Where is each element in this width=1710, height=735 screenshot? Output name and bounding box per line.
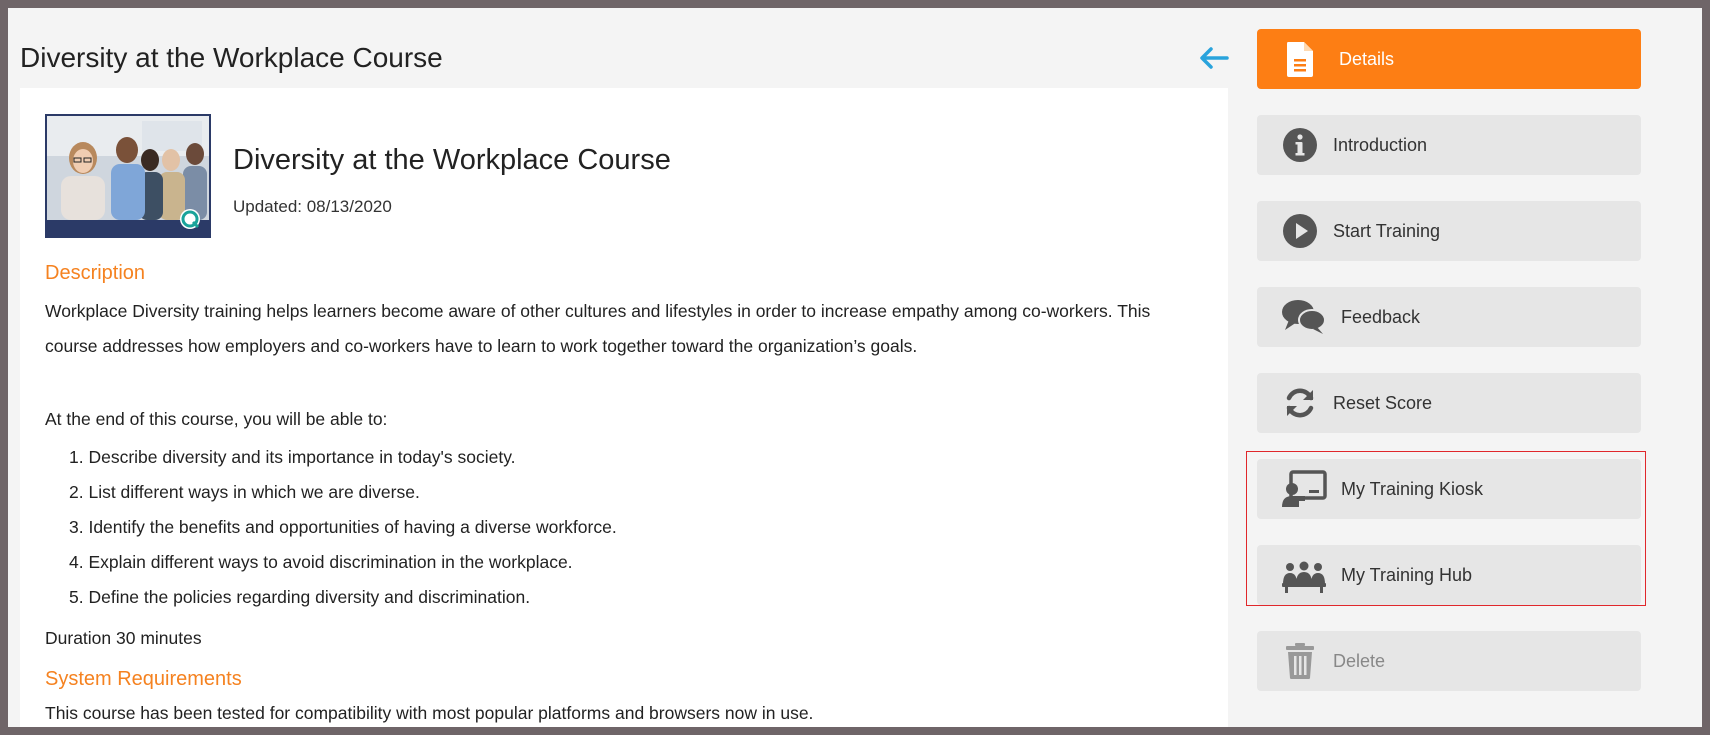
- start-training-button[interactable]: Start Training: [1257, 201, 1641, 261]
- feedback-label: Feedback: [1341, 306, 1421, 327]
- objective-item: 4. Explain different ways to avoid discr…: [69, 552, 573, 572]
- reset-score-label: Reset Score: [1333, 392, 1433, 413]
- delete-button[interactable]: Delete: [1257, 631, 1641, 691]
- objectives-intro: At the end of this course, you will be a…: [45, 409, 388, 429]
- objective-item: 3. Identify the benefits and opportuniti…: [69, 517, 617, 537]
- presentation-icon: [1281, 470, 1327, 508]
- description-text: Workplace Diversity training helps learn…: [45, 294, 1195, 364]
- my-training-kiosk-button[interactable]: My Training Kiosk: [1257, 459, 1641, 519]
- updated-date: Updated: 08/13/2020: [233, 197, 392, 216]
- introduction-label: Introduction: [1333, 134, 1428, 155]
- delete-label: Delete: [1333, 650, 1386, 671]
- system-requirements-text: This course has been tested for compatib…: [45, 703, 814, 723]
- feedback-button[interactable]: Feedback: [1257, 287, 1641, 347]
- reset-score-button[interactable]: Reset Score: [1257, 373, 1641, 433]
- my-training-hub-button[interactable]: My Training Hub: [1257, 545, 1641, 605]
- course-thumbnail: [45, 114, 211, 238]
- start-training-label: Start Training: [1333, 220, 1441, 241]
- description-heading: Description: [45, 262, 146, 284]
- objective-item: 2. List different ways in which we are d…: [69, 482, 420, 502]
- trash-icon: [1281, 642, 1319, 680]
- my-training-kiosk-label: My Training Kiosk: [1341, 478, 1484, 499]
- info-icon: [1281, 126, 1319, 164]
- details-button[interactable]: Details: [1257, 29, 1641, 89]
- group-icon: [1281, 556, 1327, 594]
- course-title: Diversity at the Workplace Course: [233, 144, 671, 176]
- description-line: course addresses how employers and co-wo…: [45, 336, 918, 356]
- description-line: Workplace Diversity training helps learn…: [45, 301, 1151, 321]
- course-duration: Duration 30 minutes: [45, 628, 202, 648]
- my-training-hub-label: My Training Hub: [1341, 564, 1473, 585]
- system-requirements-heading: System Requirements: [45, 668, 242, 690]
- refresh-icon: [1281, 384, 1319, 422]
- play-icon: [1281, 212, 1319, 250]
- details-label: Details: [1339, 48, 1395, 69]
- objective-item: 5. Define the policies regarding diversi…: [69, 587, 531, 607]
- page-title: Diversity at the Workplace Course: [20, 42, 443, 73]
- document-icon: [1281, 40, 1319, 78]
- objective-item: 1. Describe diversity and its importance…: [69, 447, 516, 467]
- introduction-button[interactable]: Introduction: [1257, 115, 1641, 175]
- app-frame: Diversity at the Workplace Course Divers…: [8, 8, 1702, 727]
- chat-icon: [1281, 298, 1327, 336]
- objectives-list: 1. Describe diversity and its importance…: [69, 447, 617, 622]
- course-detail-panel: Diversity at the Workplace Course Update…: [20, 88, 1228, 727]
- back-arrow-icon[interactable]: [1197, 44, 1231, 72]
